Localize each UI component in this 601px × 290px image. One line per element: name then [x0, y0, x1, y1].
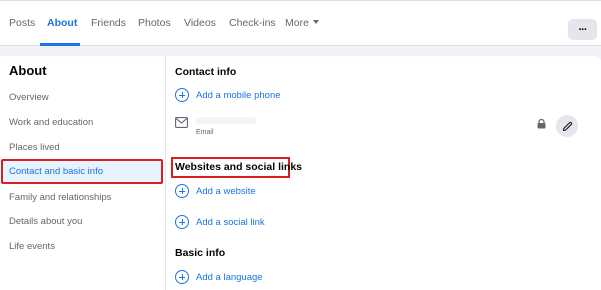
tab-photos[interactable]: Photos: [138, 17, 171, 29]
tab-more-label: More: [285, 17, 309, 29]
tab-posts[interactable]: Posts: [9, 17, 35, 29]
add-mobile-phone-link[interactable]: Add a mobile phone: [175, 87, 281, 103]
sidebar-item-overview[interactable]: Overview: [9, 92, 49, 103]
more-horizontal-icon: ···: [578, 23, 588, 36]
sidebar-item-contact-and-basic-info-label: Contact and basic info: [9, 166, 104, 177]
profile-tab-bar: Posts About Friends Photos Videos Check-…: [0, 0, 601, 46]
plus-circle-icon: [175, 270, 189, 284]
tab-more[interactable]: More: [285, 17, 319, 29]
plus-circle-icon: [175, 215, 189, 229]
add-language-label: Add a language: [196, 271, 263, 283]
sidebar-title: About: [9, 63, 47, 78]
add-mobile-phone-label: Add a mobile phone: [196, 89, 281, 101]
basic-info-heading: Basic info: [175, 247, 226, 259]
sidebar-item-life-events[interactable]: Life events: [9, 241, 55, 252]
add-social-link-label: Add a social link: [196, 216, 265, 228]
plus-circle-icon: [175, 184, 189, 198]
contact-info-heading: Contact info: [175, 66, 237, 78]
sidebar-item-family-and-relationships[interactable]: Family and relationships: [9, 192, 111, 203]
websites-heading: Websites and social links: [175, 161, 303, 173]
pencil-icon: [562, 121, 572, 131]
add-website-label: Add a website: [196, 185, 256, 197]
tab-videos[interactable]: Videos: [184, 17, 216, 29]
card-divider: [165, 56, 166, 290]
more-options-button[interactable]: ···: [568, 19, 597, 40]
email-value: [196, 117, 256, 124]
tab-friends[interactable]: Friends: [91, 17, 126, 29]
edit-email-button[interactable]: [556, 115, 578, 137]
add-social-link-link[interactable]: Add a social link: [175, 214, 265, 230]
lock-icon: [537, 119, 546, 129]
sidebar-item-work-and-education[interactable]: Work and education: [9, 117, 93, 128]
envelope-icon: [175, 117, 188, 128]
tab-about[interactable]: About: [47, 17, 77, 29]
sidebar-item-details-about-you[interactable]: Details about you: [9, 216, 82, 227]
sidebar-item-places-lived[interactable]: Places lived: [9, 142, 60, 153]
tab-check-ins[interactable]: Check-ins: [229, 17, 276, 29]
plus-circle-icon: [175, 88, 189, 102]
add-website-link[interactable]: Add a website: [175, 183, 256, 199]
add-language-link[interactable]: Add a language: [175, 269, 263, 285]
email-caption: Email: [196, 129, 214, 136]
active-tab-indicator: [40, 43, 80, 46]
caret-down-icon: [312, 20, 319, 25]
